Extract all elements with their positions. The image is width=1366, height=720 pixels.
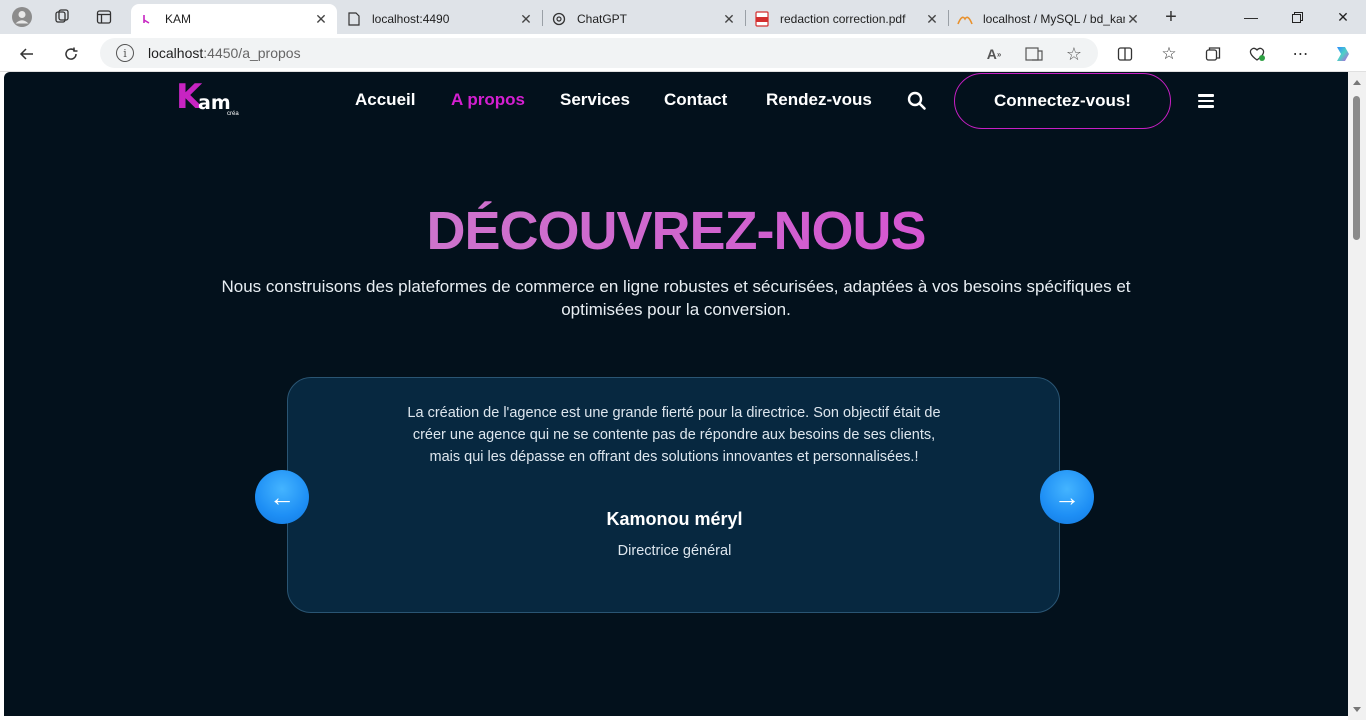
logo-subtitle: créa bbox=[227, 111, 239, 117]
search-icon[interactable] bbox=[907, 91, 927, 111]
carousel-next-button[interactable]: → bbox=[1040, 470, 1094, 524]
nav-accueil[interactable]: Accueil bbox=[355, 90, 415, 110]
refresh-icon[interactable] bbox=[58, 41, 84, 67]
tab-phpmyadmin[interactable]: localhost / MySQL / bd_kam ✕ bbox=[949, 4, 1149, 34]
testimonial-quote: La création de l'agence est une grande f… bbox=[407, 405, 941, 465]
url-path: :4450/a_propos bbox=[203, 45, 301, 61]
tab-actions-icon[interactable] bbox=[93, 6, 115, 28]
workspaces-icon[interactable] bbox=[51, 6, 73, 28]
tab-chatgpt[interactable]: ChatGPT ✕ bbox=[543, 4, 745, 34]
close-tab-icon[interactable]: ✕ bbox=[313, 11, 329, 28]
close-tab-icon[interactable]: ✕ bbox=[518, 11, 534, 28]
address-bar[interactable]: i localhost:4450/a_propos A» ☆ bbox=[100, 38, 1098, 68]
nav-rendez-vous[interactable]: Rendez-vous bbox=[766, 90, 872, 110]
close-window-icon[interactable]: ✕ bbox=[1320, 0, 1366, 34]
favorites-icon[interactable]: ☆ bbox=[1156, 41, 1182, 67]
hero-title: DÉCOUVREZ-NOUS bbox=[4, 200, 1348, 262]
tab-title: redaction correction.pdf bbox=[780, 12, 906, 26]
close-tab-icon[interactable]: ✕ bbox=[1125, 11, 1141, 28]
site-info-icon[interactable]: i bbox=[116, 44, 134, 62]
copilot-icon[interactable] bbox=[1330, 41, 1356, 67]
logo-name: am bbox=[198, 92, 231, 114]
favorite-star-icon[interactable]: ☆ bbox=[1064, 44, 1084, 64]
nav-a-propos[interactable]: A propos bbox=[451, 90, 525, 110]
connect-button[interactable]: Connectez-vous! bbox=[954, 73, 1171, 129]
close-tab-icon[interactable]: ✕ bbox=[924, 11, 940, 28]
collections-icon[interactable] bbox=[1200, 41, 1226, 67]
tab-title: localhost / MySQL / bd_kam bbox=[983, 12, 1125, 26]
tab-pdf[interactable]: redaction correction.pdf ✕ bbox=[746, 4, 948, 34]
scroll-up-icon[interactable] bbox=[1353, 80, 1361, 85]
scrollbar-thumb[interactable] bbox=[1353, 96, 1360, 240]
restore-icon[interactable] bbox=[1274, 0, 1320, 34]
arrow-right-icon: → bbox=[1054, 481, 1080, 512]
browser-toolbar: i localhost:4450/a_propos A» ☆ ☆ ⋯ bbox=[0, 34, 1366, 72]
chatgpt-icon bbox=[551, 11, 567, 27]
minimize-icon[interactable]: — bbox=[1228, 0, 1274, 34]
nav-services[interactable]: Services bbox=[560, 90, 630, 110]
immersive-reader-icon[interactable] bbox=[1024, 44, 1044, 64]
page-viewport: K am créa Accueil A propos Services Cont… bbox=[4, 72, 1348, 716]
tab-kam[interactable]: KAM ✕ bbox=[131, 4, 337, 34]
testimonial-name: Kamonou méryl bbox=[606, 509, 743, 529]
page-scrollbar[interactable] bbox=[1348, 72, 1366, 720]
hamburger-menu-icon[interactable] bbox=[1198, 94, 1214, 108]
new-tab-icon[interactable]: + bbox=[1160, 6, 1182, 28]
split-screen-icon[interactable] bbox=[1112, 41, 1138, 67]
tab-title: localhost:4490 bbox=[372, 12, 450, 26]
testimonial-role: Directrice général bbox=[617, 543, 732, 559]
testimonial-card: La création de l'agence est une grande f… bbox=[287, 377, 1060, 613]
tab-title: KAM bbox=[165, 12, 192, 26]
arrow-left-icon: ← bbox=[269, 481, 295, 512]
phpmyadmin-icon bbox=[957, 11, 973, 27]
carousel-prev-button[interactable]: ← bbox=[255, 470, 309, 524]
kam-favicon-icon bbox=[139, 11, 155, 27]
pdf-icon bbox=[754, 11, 770, 27]
scroll-down-icon[interactable] bbox=[1353, 707, 1361, 712]
site-logo[interactable]: K am créa bbox=[176, 78, 244, 118]
url-host: localhost bbox=[148, 45, 204, 61]
hero-subtitle: Nous construisons des plateformes de com… bbox=[221, 277, 1131, 319]
read-aloud-icon[interactable]: A» bbox=[984, 44, 1004, 64]
tab-title: ChatGPT bbox=[577, 12, 628, 26]
page-icon bbox=[346, 11, 362, 27]
close-tab-icon[interactable]: ✕ bbox=[721, 11, 737, 28]
profile-icon[interactable] bbox=[11, 6, 33, 28]
nav-contact[interactable]: Contact bbox=[664, 90, 727, 110]
browser-tab-bar: KAM ✕ localhost:4490 ✕ ChatGPT ✕ redacti… bbox=[0, 0, 1366, 34]
browser-essentials-icon[interactable] bbox=[1244, 41, 1270, 67]
tab-localhost-4490[interactable]: localhost:4490 ✕ bbox=[338, 4, 542, 34]
back-icon[interactable] bbox=[14, 41, 40, 67]
window-bottom-edge bbox=[0, 716, 1348, 720]
more-menu-icon[interactable]: ⋯ bbox=[1288, 41, 1314, 67]
